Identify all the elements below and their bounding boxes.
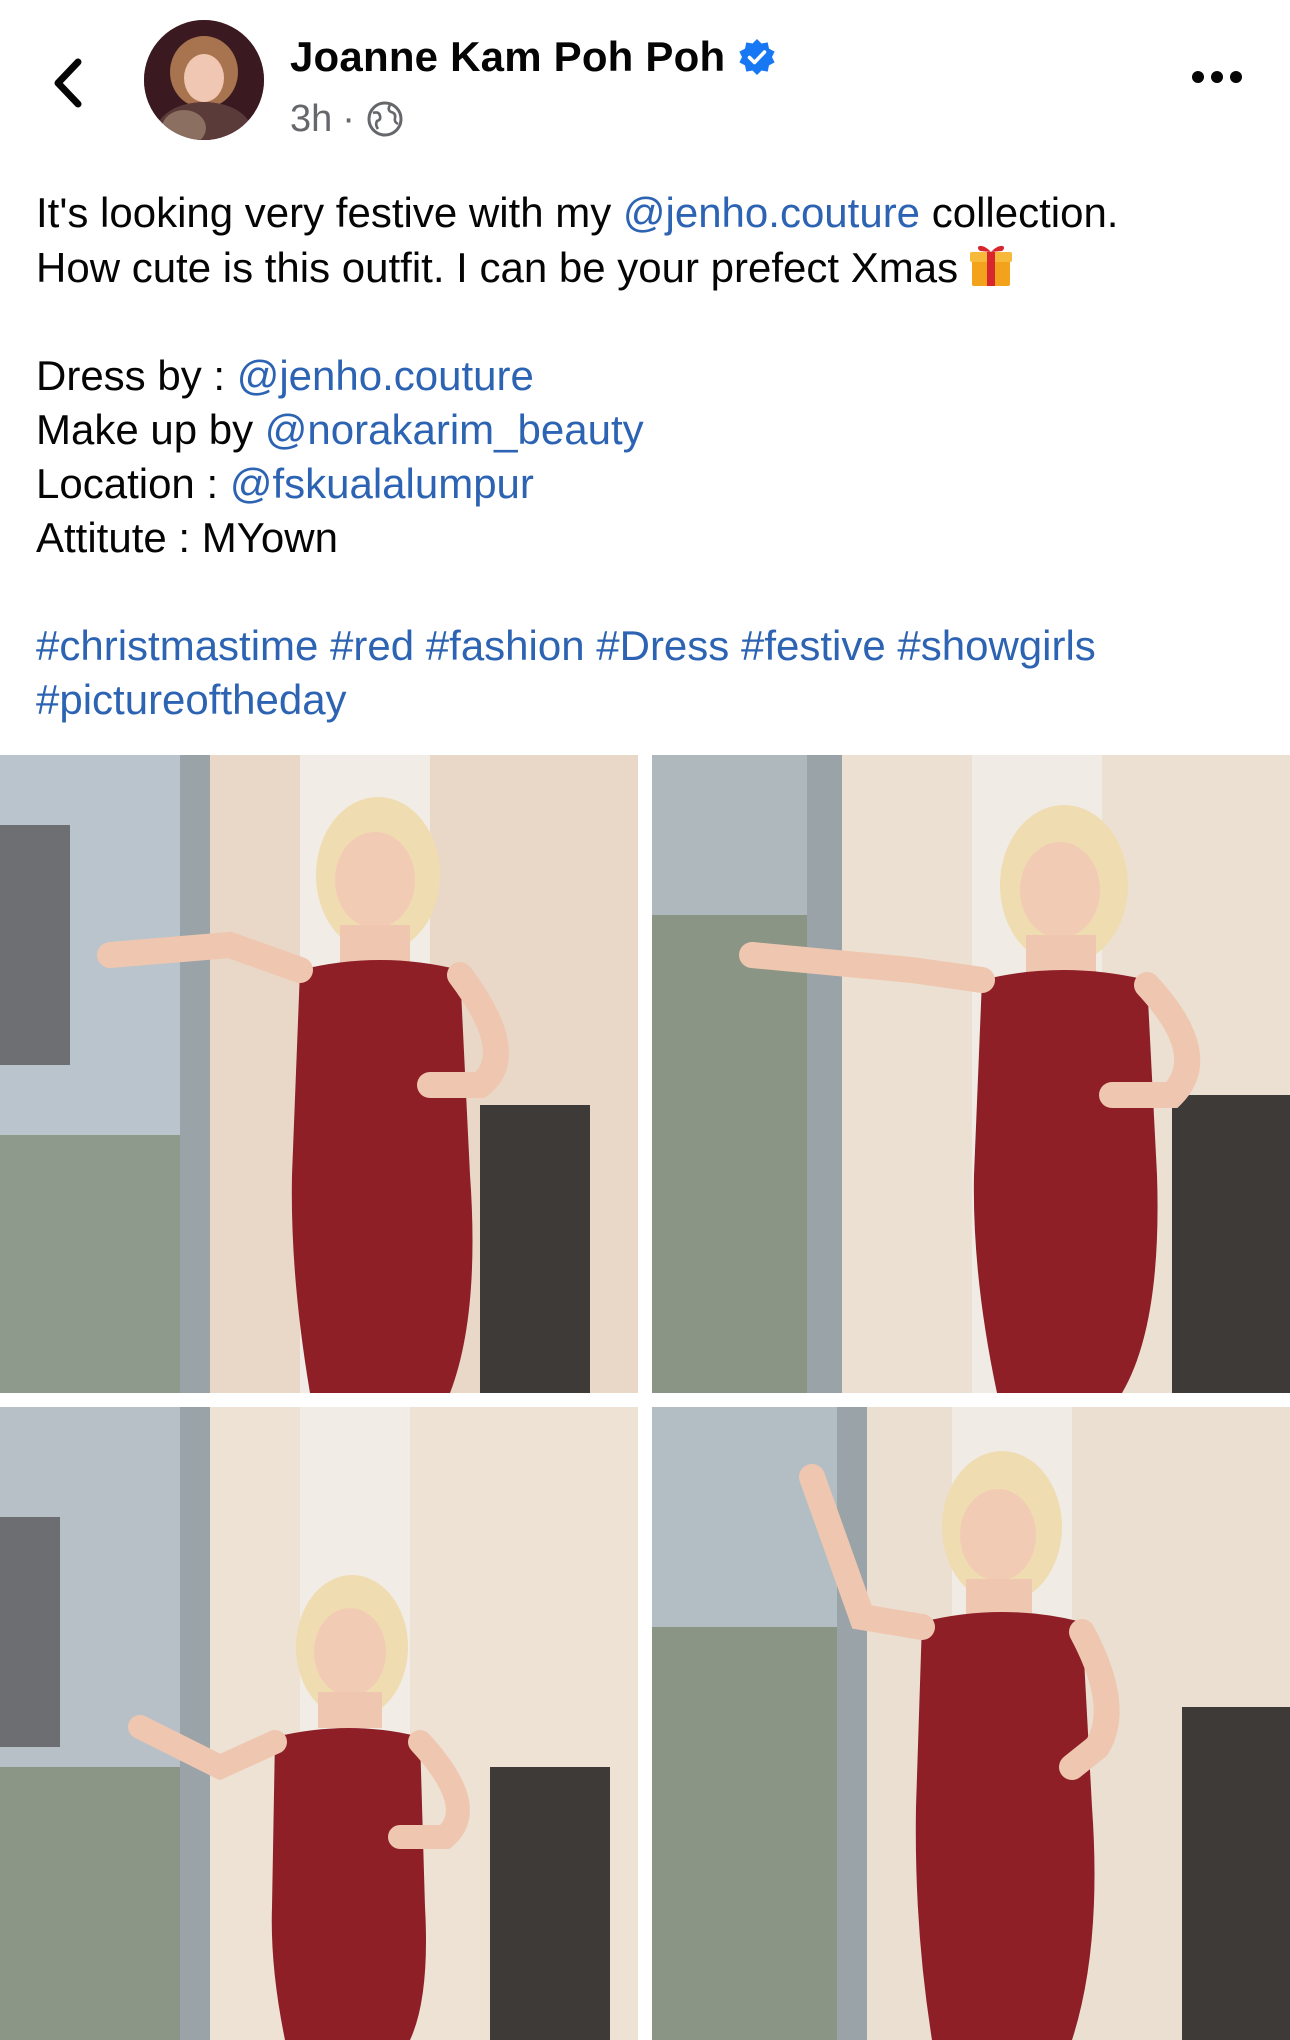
avatar-image — [144, 20, 264, 140]
gift-icon — [970, 245, 1013, 286]
credit-location: Location : @fskualalumpur — [36, 460, 534, 507]
caption-line-2: How cute is this outfit. I can be your p… — [36, 240, 1266, 295]
more-options-button[interactable] — [1190, 62, 1244, 92]
photo-image — [652, 755, 1290, 1393]
mention-link[interactable]: @norakarim_beauty — [265, 406, 644, 453]
author-row: Joanne Kam Poh Poh — [290, 30, 777, 84]
verified-badge-icon — [739, 39, 775, 75]
back-button[interactable] — [42, 46, 102, 116]
photo-image — [0, 1407, 638, 2040]
more-horizontal-icon — [1192, 71, 1242, 83]
post-header: Joanne Kam Poh Poh 3h · — [0, 0, 1290, 170]
credit-attitude: Attitute : MYown — [36, 514, 338, 561]
author-name[interactable]: Joanne Kam Poh Poh — [290, 33, 725, 81]
hashtags-line-2[interactable]: #pictureoftheday — [36, 673, 1266, 727]
photo-1[interactable] — [0, 755, 638, 1393]
mention-link[interactable]: @jenho.couture — [623, 189, 920, 236]
avatar[interactable] — [144, 20, 264, 140]
post-meta: 3h · — [290, 94, 405, 144]
photo-4[interactable] — [652, 1407, 1290, 2040]
chevron-left-icon — [54, 58, 82, 108]
hashtags-line-1[interactable]: #christmastime #red #fashion #Dress #fes… — [36, 619, 1266, 673]
photo-image — [0, 755, 638, 1393]
photo-2[interactable] — [652, 755, 1290, 1393]
mention-link[interactable]: @jenho.couture — [237, 352, 534, 399]
credit-dress: Dress by : @jenho.couture — [36, 352, 534, 399]
post-time[interactable]: 3h — [290, 98, 332, 141]
photo-3[interactable] — [0, 1407, 638, 2040]
caption-line-1: It's looking very festive with my @jenho… — [36, 189, 1119, 236]
post-caption: It's looking very festive with my @jenho… — [36, 186, 1266, 727]
photo-image — [652, 1407, 1290, 2040]
credit-makeup: Make up by @norakarim_beauty — [36, 406, 644, 453]
meta-separator: · — [342, 97, 355, 140]
mention-link[interactable]: @fskualalumpur — [230, 460, 534, 507]
globe-icon[interactable] — [365, 99, 405, 139]
